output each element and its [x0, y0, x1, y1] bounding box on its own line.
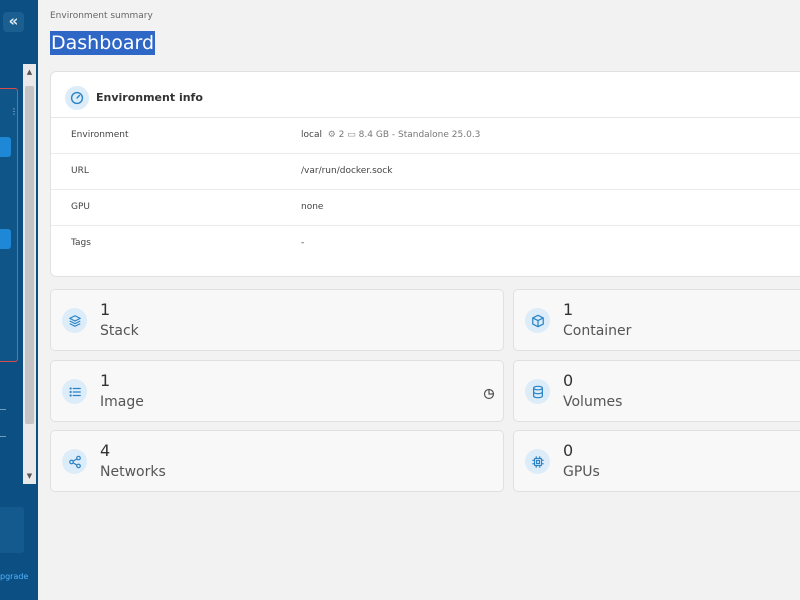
environment-menu-icon[interactable]: ⋮ — [10, 107, 18, 117]
info-row-environment: Environment local ⚙ 2 ▭ 8.4 GB - Standal… — [51, 118, 800, 154]
image-label: Image — [100, 394, 144, 410]
info-row-tags: Tags - — [51, 226, 800, 262]
gpus-count: 0 — [563, 441, 574, 460]
environment-type: - Standalone 25.0.3 — [391, 130, 481, 140]
info-label: Tags — [71, 238, 91, 248]
environment-info-panel: Environment info Environment local ⚙ 2 ▭… — [50, 71, 800, 277]
sidebar-item-active[interactable] — [0, 137, 11, 157]
sidebar-scroll-area: ⋮ ▲ ▼ — [0, 64, 38, 484]
networks-card[interactable]: 4 Networks — [50, 430, 504, 492]
share-icon — [62, 449, 87, 474]
networks-label: Networks — [100, 464, 166, 480]
memory-icon: ▭ — [347, 130, 356, 140]
stack-count: 1 — [100, 300, 111, 319]
breadcrumb: Environment summary — [50, 11, 153, 21]
list-icon — [62, 379, 87, 404]
upgrade-link[interactable]: pgrade — [0, 572, 28, 581]
image-card[interactable]: 1 Image — [50, 360, 504, 422]
info-label: URL — [71, 166, 89, 176]
info-row-gpu: GPU none — [51, 190, 800, 226]
info-value-environment: local ⚙ 2 ▭ 8.4 GB - Standalone 25.0.3 — [301, 130, 480, 140]
container-count: 1 — [563, 300, 574, 319]
gauge-icon — [65, 86, 89, 110]
pie-chart-icon[interactable] — [483, 385, 495, 400]
sidebar: « ⋮ ▲ ▼ pgrade — [0, 0, 38, 600]
volumes-label: Volumes — [563, 394, 623, 410]
database-icon — [525, 379, 550, 404]
volumes-count: 0 — [563, 371, 574, 390]
scroll-down-icon[interactable]: ▼ — [23, 470, 36, 482]
image-count: 1 — [100, 371, 111, 390]
environment-selector-box[interactable]: ⋮ — [0, 88, 18, 362]
info-label: Environment — [71, 130, 129, 140]
environment-name: local — [301, 130, 322, 140]
info-value-tags: - — [301, 238, 305, 248]
info-label: GPU — [71, 202, 90, 212]
cube-icon — [525, 308, 550, 333]
container-card[interactable]: 1 Container — [513, 289, 800, 351]
info-value-url: /var/run/docker.sock — [301, 166, 393, 176]
environment-info-title: Environment info — [96, 91, 203, 104]
info-row-url: URL /var/run/docker.sock — [51, 154, 800, 190]
sidebar-divider — [0, 436, 6, 437]
memory-size: 8.4 GB — [358, 130, 389, 140]
scrollbar-thumb[interactable] — [25, 86, 34, 424]
upgrade-banner[interactable] — [0, 507, 24, 553]
stack-card[interactable]: 1 Stack — [50, 289, 504, 351]
gpus-card[interactable]: 0 GPUs — [513, 430, 800, 492]
gpus-label: GPUs — [563, 464, 600, 480]
collapse-sidebar-button[interactable]: « — [3, 12, 24, 32]
chip-icon — [525, 449, 550, 474]
sidebar-item-dashboard[interactable] — [0, 229, 11, 249]
networks-count: 4 — [100, 441, 111, 460]
container-label: Container — [563, 323, 632, 339]
environment-info-header: Environment info — [51, 72, 800, 118]
sidebar-scrollbar[interactable]: ▲ ▼ — [23, 64, 36, 484]
cpu-icon: ⚙ — [324, 130, 336, 140]
sidebar-divider — [0, 409, 6, 410]
stack-label: Stack — [100, 323, 139, 339]
scroll-up-icon[interactable]: ▲ — [23, 66, 36, 78]
info-value-gpu: none — [301, 202, 324, 212]
volumes-card[interactable]: 0 Volumes — [513, 360, 800, 422]
page-title: Dashboard — [50, 31, 156, 55]
layers-icon — [62, 308, 87, 333]
cpu-count: 2 — [338, 130, 345, 140]
